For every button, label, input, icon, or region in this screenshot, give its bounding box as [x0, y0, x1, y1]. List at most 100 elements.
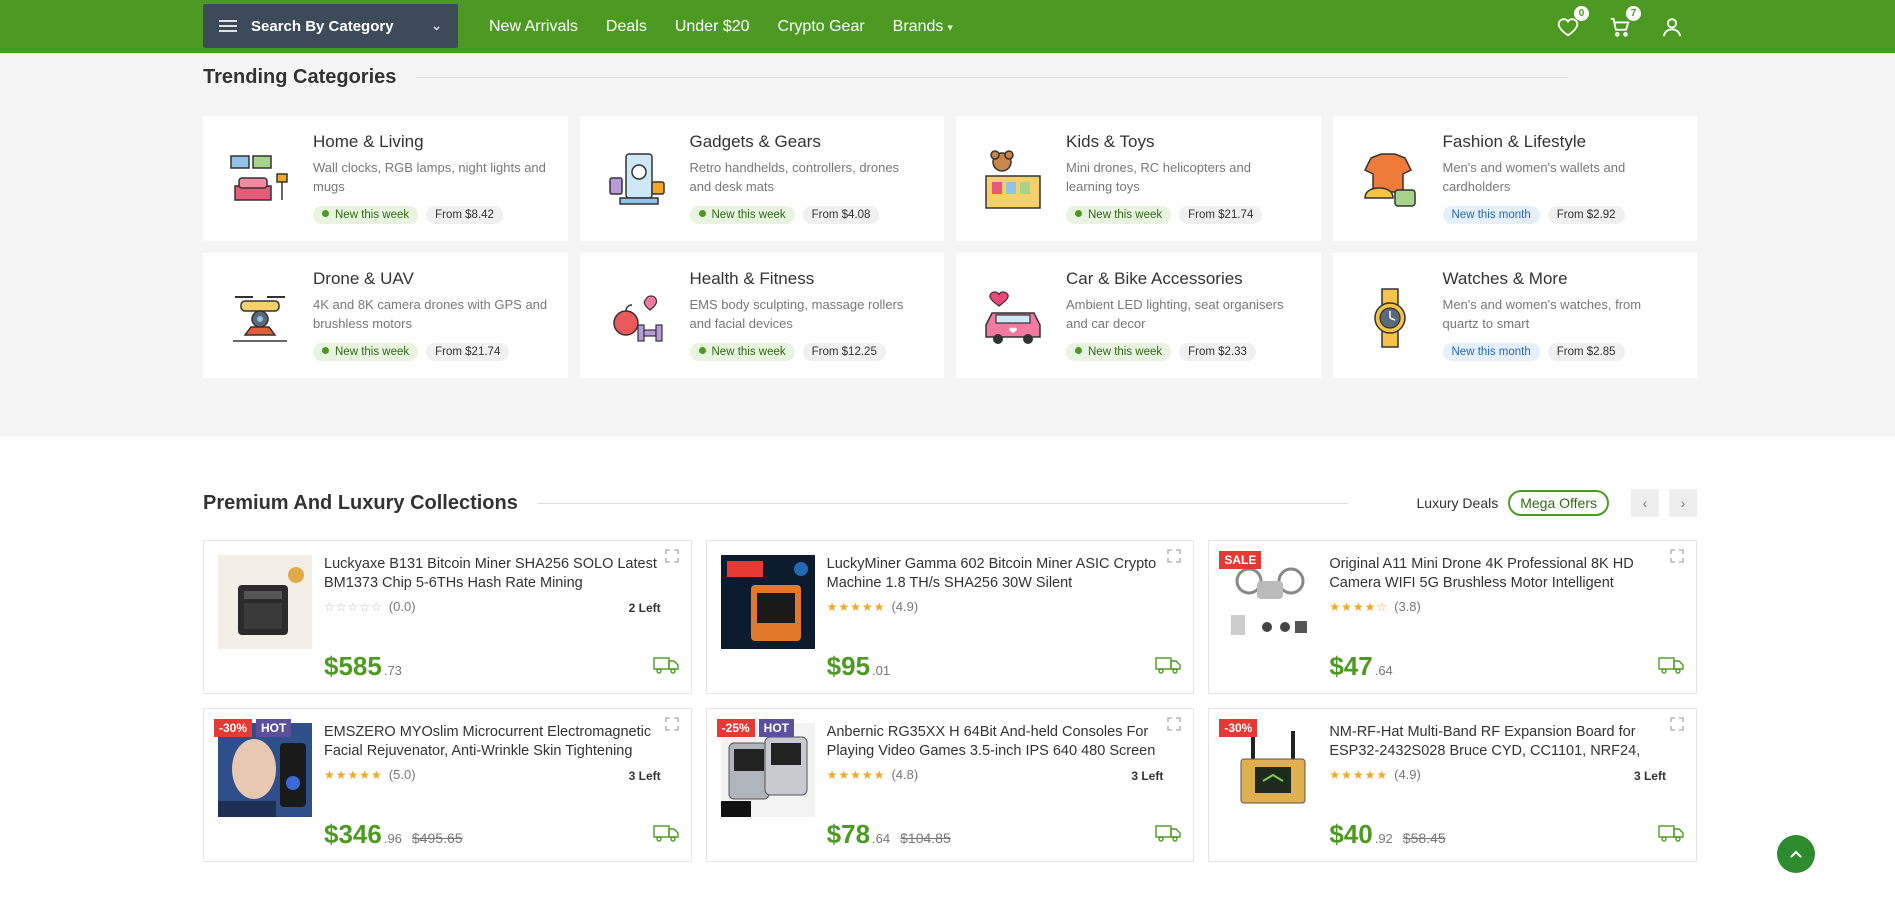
scroll-to-top-button[interactable] — [1777, 835, 1815, 873]
product-image — [720, 555, 815, 649]
free-shipping-icon — [1658, 821, 1684, 843]
discount-badge: -25% — [716, 719, 755, 737]
free-shipping-icon — [1658, 653, 1684, 675]
price-from-tag: From $8.42 — [426, 206, 503, 224]
category-card-kids-toys[interactable]: Kids & Toys Mini drones, RC helicopters … — [956, 116, 1321, 241]
product-rating: ★★★★★ (4.8) — [827, 767, 919, 782]
category-card-home-living[interactable]: Home & Living Wall clocks, RGB lamps, ni… — [203, 116, 568, 241]
product-card[interactable]: -30% NM-RF-Hat Multi-Band RF Expansion B… — [1208, 708, 1697, 862]
category-card-watches-more[interactable]: Watches & More Men's and women's watches… — [1332, 253, 1697, 378]
product-rating: ★★★★★ (5.0) — [324, 767, 416, 782]
status-tag: New this week — [1066, 343, 1172, 361]
category-button-label: Search By Category — [251, 17, 394, 35]
hot-badge: HOT — [256, 719, 292, 737]
product-title[interactable]: EMSZERO MYOslim Microcurrent Electromagn… — [324, 723, 664, 761]
category-name: Home & Living — [313, 132, 424, 151]
nav-link-under-20[interactable]: Under $20 — [675, 18, 750, 36]
divider — [416, 77, 1568, 78]
category-card-gadgets-gears[interactable]: Gadgets & Gears Retro handhelds, control… — [579, 116, 944, 241]
trending-title: Trending Categories — [203, 66, 397, 88]
rating-value: (4.9) — [891, 599, 919, 614]
product-title[interactable]: Luckyaxe B131 Bitcoin Miner SHA256 SOLO … — [324, 555, 664, 593]
rating-value: (3.8) — [1394, 599, 1421, 614]
expand-icon[interactable] — [1167, 549, 1183, 565]
product-title[interactable]: LuckyMiner Gamma 602 Bitcoin Miner ASIC … — [827, 555, 1167, 593]
expand-icon[interactable] — [665, 549, 681, 565]
expand-icon[interactable] — [1167, 717, 1183, 733]
stock-count: 3 Left — [1633, 769, 1666, 783]
cart-button[interactable]: 7 — [1608, 5, 1641, 39]
star-rating-icon: ★★★★★ — [324, 767, 383, 782]
product-image — [720, 723, 815, 817]
stock-count: 3 Left — [628, 769, 661, 783]
product-card[interactable]: LuckyMiner Gamma 602 Bitcoin Miner ASIC … — [705, 540, 1195, 694]
nav-link-new-arrivals[interactable]: New Arrivals — [489, 18, 578, 36]
stock-count: 2 Left — [628, 601, 661, 615]
sale-badge: SALE — [1219, 551, 1262, 569]
product-rating: ★★★★☆ (3.8) — [1329, 599, 1421, 614]
product-badges: -25% HOT — [716, 719, 795, 737]
product-title[interactable]: NM-RF-Hat Multi-Band RF Expansion Board … — [1329, 723, 1669, 761]
price-main: $47 — [1329, 651, 1373, 681]
tab-mega-offers[interactable]: Mega Offers — [1508, 490, 1609, 516]
account-button[interactable] — [1660, 15, 1684, 39]
category-name: Kids & Toys — [1066, 132, 1155, 151]
wishlist-button[interactable]: 0 — [1556, 5, 1589, 39]
premium-collections-header: Premium And Luxury Collections Luxury De… — [203, 489, 1697, 517]
product-badges: -30% HOT — [214, 719, 292, 737]
fitness-icon — [604, 285, 670, 351]
expand-icon[interactable] — [1670, 717, 1686, 733]
watch-icon — [1357, 285, 1423, 351]
expand-icon[interactable] — [665, 717, 681, 733]
carousel-prev-button[interactable]: ‹ — [1631, 489, 1659, 517]
product-title[interactable]: Anbernic RG35XX H 64Bit And-held Console… — [827, 723, 1167, 761]
chevron-left-icon: ‹ — [1642, 495, 1648, 511]
free-shipping-icon — [652, 653, 679, 675]
price-from-tag: From $2.85 — [1547, 343, 1625, 361]
nav-link-brands[interactable]: Brands ▾ — [893, 18, 953, 36]
main-nav-links: New Arrivals Deals Under $20 Crypto Gear… — [489, 0, 953, 53]
expand-icon[interactable] — [1670, 549, 1686, 565]
category-description: 4K and 8K camera drones with GPS and bru… — [313, 297, 548, 331]
product-card[interactable]: -30% HOT EMSZERO MYOslim Microcurrent El… — [203, 708, 692, 862]
category-card-fashion-lifestyle[interactable]: Fashion & Lifestyle Men's and women's wa… — [1332, 116, 1697, 241]
devices-icon — [604, 148, 670, 214]
category-card-car-bike-accessories[interactable]: Car & Bike Accessories Ambient LED light… — [956, 253, 1321, 378]
category-name: Watches & More — [1442, 269, 1568, 288]
tab-luxury-deals[interactable]: Luxury Deals — [1417, 495, 1499, 511]
price-original: $58.45 — [1402, 830, 1446, 846]
product-rating: ☆☆☆☆☆ (0.0) — [324, 599, 416, 614]
drone-icon — [227, 285, 293, 351]
product-card[interactable]: -25% HOT Anbernic RG35XX H 64Bit And-hel… — [705, 708, 1195, 862]
price-from-tag: From $21.74 — [426, 343, 510, 361]
stock-count: 3 Left — [1131, 769, 1164, 783]
product-price: $95.01 — [827, 651, 890, 682]
product-card[interactable]: SALE Original A11 Mini Drone 4K Professi… — [1208, 540, 1697, 694]
category-description: Mini drones, RC helicopters and learning… — [1066, 160, 1251, 194]
rating-value: (0.0) — [388, 599, 416, 614]
category-card-health-fitness[interactable]: Health & Fitness EMS body sculpting, mas… — [579, 253, 944, 378]
price-from-tag: From $2.33 — [1179, 343, 1256, 361]
product-title[interactable]: Original A11 Mini Drone 4K Professional … — [1329, 555, 1669, 593]
nav-link-crypto-gear[interactable]: Crypto Gear — [778, 18, 865, 36]
top-navigation: Search By Category ⌄ New Arrivals Deals … — [0, 0, 1895, 53]
trending-header: Trending Categories — [203, 66, 1568, 89]
nav-link-deals[interactable]: Deals — [606, 18, 647, 36]
free-shipping-icon — [652, 821, 679, 843]
star-rating-icon: ★★★★★ — [1329, 767, 1389, 782]
price-cents: .01 — [872, 663, 891, 678]
star-rating-icon: ★★★★☆ — [1329, 599, 1389, 614]
product-image — [218, 723, 312, 817]
category-description: Men's and women's wallets and cardholder… — [1442, 160, 1626, 194]
search-by-category-button[interactable]: Search By Category ⌄ — [203, 4, 458, 48]
carousel-next-button[interactable]: › — [1669, 489, 1697, 517]
chevron-up-icon — [1790, 850, 1802, 858]
category-card-drone-uav[interactable]: Drone & UAV 4K and 8K camera drones with… — [203, 253, 568, 378]
status-tag: New this week — [313, 343, 419, 361]
product-image — [1223, 555, 1318, 649]
product-card[interactable]: Luckyaxe B131 Bitcoin Miner SHA256 SOLO … — [203, 540, 692, 694]
status-tag: New this week — [689, 343, 795, 361]
category-name: Drone & UAV — [313, 269, 414, 288]
sofa-icon — [227, 148, 293, 214]
rating-value: (4.9) — [1394, 767, 1421, 782]
